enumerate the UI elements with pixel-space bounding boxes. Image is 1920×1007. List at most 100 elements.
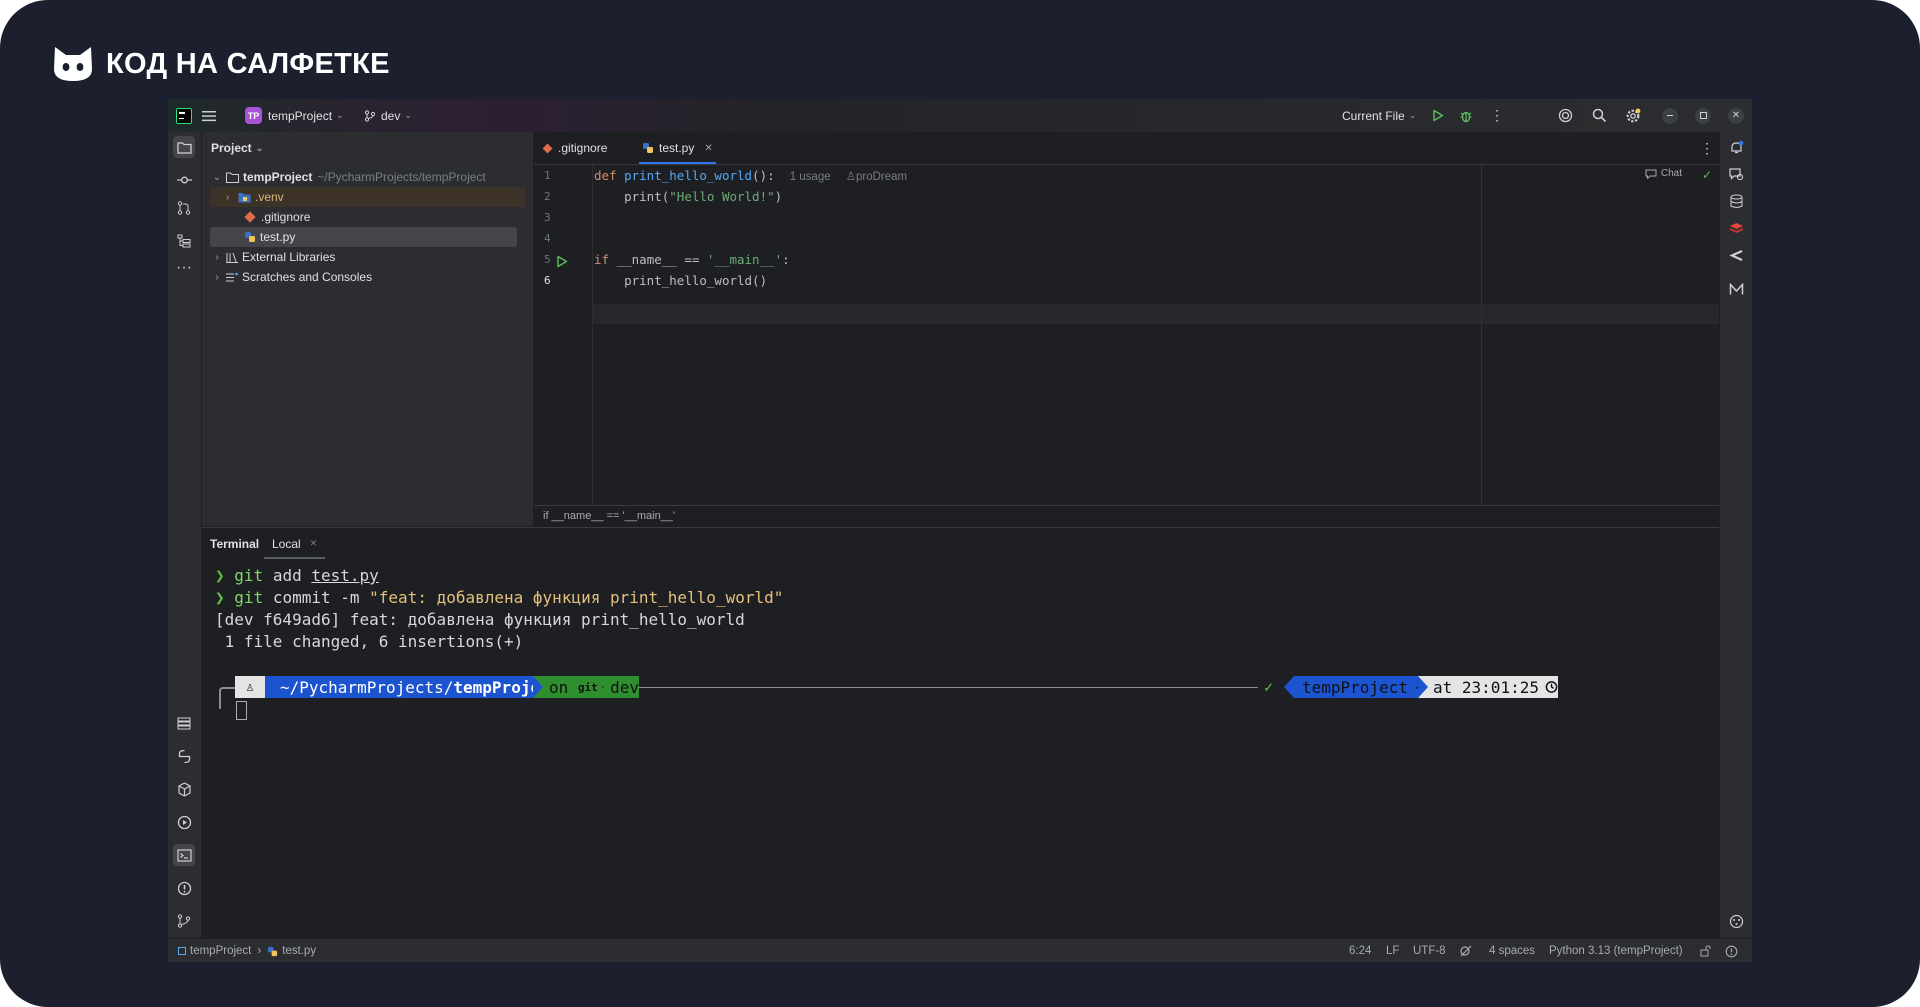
python-packages-icon[interactable] (173, 778, 195, 800)
brand-name: КОД НА САЛФЕТКЕ (106, 47, 390, 80)
tree-item-test-py[interactable]: test.py (210, 227, 517, 247)
crumb-file: test.py (282, 945, 317, 957)
code-line-1[interactable]: def print_hello_world(): 1 usage ♙proDre… (594, 168, 907, 183)
run-icon[interactable] (1432, 99, 1444, 132)
problems-icon[interactable] (173, 877, 195, 899)
usage-hint[interactable]: 1 usage (790, 171, 831, 183)
search-icon[interactable] (1592, 99, 1607, 132)
indent-setting[interactable]: 4 spaces (1489, 939, 1535, 962)
problems-status-icon[interactable] (1725, 939, 1738, 962)
prompt-arrow (1284, 676, 1294, 698)
structure-icon[interactable] (173, 230, 195, 252)
chat-button[interactable]: Chat (1645, 168, 1682, 179)
active-tab-indicator (639, 162, 716, 164)
terminal-cursor[interactable] (236, 701, 247, 720)
crumb-project: tempProject (190, 945, 252, 957)
keyword: def (594, 168, 617, 183)
plugins-icon[interactable] (1725, 910, 1747, 932)
code-with-me-icon[interactable] (1725, 244, 1747, 266)
project-folder-icon[interactable] (173, 136, 195, 158)
line-gutter: 1 2 3 4 5 6 (534, 165, 593, 505)
tree-item-scratches[interactable]: › Scratches and Consoles (210, 267, 372, 287)
tab-gitignore[interactable]: .gitignore (542, 132, 608, 164)
terminal-line-2: ❯ git commit -m "feat: добавлена функция… (215, 588, 783, 607)
database-icon[interactable] (1725, 190, 1747, 212)
notifications-icon[interactable] (1725, 136, 1747, 158)
code-line-2[interactable]: print("Hello World!") (594, 189, 782, 204)
terminal-tab-local[interactable]: Local ✕ (264, 528, 326, 559)
command-file: test.py (311, 566, 379, 585)
brand-logo: КОД НА САЛФЕТКЕ (52, 44, 390, 84)
linux-icon: ♙ (246, 679, 254, 695)
tree-item-gitignore[interactable]: .gitignore (210, 207, 310, 227)
caret-position[interactable]: 6:24 (1349, 939, 1371, 962)
line-number: 6 (544, 274, 551, 287)
project-widget[interactable]: TP tempProject ⌄ (245, 99, 344, 132)
redis-icon[interactable] (1725, 217, 1747, 239)
project-panel-header[interactable]: Project ⌄ (211, 132, 263, 164)
code-text: print_hello_world() (624, 273, 768, 288)
status-breadcrumb[interactable]: tempProject › test.py (178, 939, 316, 962)
more-tools-icon[interactable]: ··· (173, 257, 195, 279)
main-menu-icon[interactable] (202, 99, 216, 132)
commit-icon[interactable] (173, 169, 195, 191)
close-window-icon[interactable]: ✕ (1728, 99, 1744, 132)
python-file-icon (643, 143, 653, 153)
pycharm-logo-icon[interactable] (176, 99, 192, 132)
tab-label: .gitignore (558, 141, 608, 155)
restore-icon[interactable] (1695, 99, 1711, 132)
tree-item-external-libraries[interactable]: › External Libraries (210, 247, 335, 267)
minimize-icon[interactable] (1662, 99, 1678, 132)
more-actions-icon[interactable]: ⋮ (1490, 99, 1504, 132)
pull-requests-icon[interactable] (173, 197, 195, 219)
run-tool-icon[interactable] (173, 811, 195, 833)
line-number: 3 (544, 211, 551, 224)
title-bar: TP tempProject ⌄ dev ⌄ Current File ⌄ ⋮ (168, 99, 1752, 132)
chevron-right-icon: › (215, 271, 219, 283)
chevron-right-icon: › (226, 191, 230, 203)
prompt-arrow (1418, 676, 1428, 698)
file-encoding[interactable]: UTF-8 (1413, 939, 1446, 962)
tree-root[interactable]: ⌄ tempProject ~/PycharmProjects/tempProj… (210, 167, 486, 187)
module-icon (178, 947, 186, 955)
chevron-right-icon: › (215, 251, 219, 263)
current-line-highlight (592, 304, 1720, 324)
function-name: print_hello_world (624, 168, 753, 183)
code-breadcrumb[interactable]: if __name__ == '__main__' (534, 505, 1720, 526)
unlock-icon[interactable] (1700, 939, 1712, 962)
user-icon: ♙ (845, 171, 856, 183)
ai-chat-icon[interactable] (1725, 163, 1747, 185)
debug-icon[interactable] (1459, 99, 1473, 132)
git-icon[interactable] (173, 910, 195, 932)
line-number: 4 (544, 232, 551, 245)
services-icon[interactable] (173, 712, 195, 734)
run-config-select[interactable]: Current File ⌄ (1342, 99, 1416, 132)
code-line-5[interactable]: if __name__ == '__main__': (594, 252, 790, 267)
close-tab-icon[interactable]: ✕ (310, 538, 318, 549)
line-number: 1 (544, 169, 551, 182)
ai-assistant-icon[interactable] (1558, 99, 1573, 132)
command-args: commit -m (263, 588, 370, 607)
chevron-down-icon: ⌄ (255, 142, 264, 153)
inspection-status-icon[interactable] (1459, 939, 1473, 962)
author-name: proDream (856, 171, 908, 183)
tree-item-venv[interactable]: › .venv (210, 187, 525, 207)
python-folder-icon (238, 192, 251, 202)
prompt-filler-line (639, 687, 1258, 688)
string-literal: "Hello World!" (669, 189, 775, 204)
python-interpreter[interactable]: Python 3.13 (tempProject) (1549, 939, 1683, 962)
gitignore-icon (542, 143, 553, 153)
run-gutter-icon[interactable] (556, 255, 568, 268)
tab-test-py[interactable]: test.py ✕ (639, 132, 716, 164)
chevron-down-icon: ⌄ (404, 110, 412, 120)
close-tab-icon[interactable]: ✕ (704, 143, 712, 154)
settings-gear-icon[interactable] (1625, 99, 1641, 132)
line-separator[interactable]: LF (1386, 939, 1399, 962)
inspection-ok-icon[interactable]: ✓ (1702, 168, 1712, 182)
terminal-icon[interactable] (173, 844, 195, 866)
tab-options-icon[interactable]: ⋮ (1700, 132, 1714, 164)
markdown-icon[interactable] (1725, 278, 1747, 300)
branch-widget[interactable]: dev ⌄ (364, 99, 412, 132)
python-console-icon[interactable] (173, 745, 195, 767)
code-line-6[interactable]: print_hello_world() (594, 273, 767, 288)
